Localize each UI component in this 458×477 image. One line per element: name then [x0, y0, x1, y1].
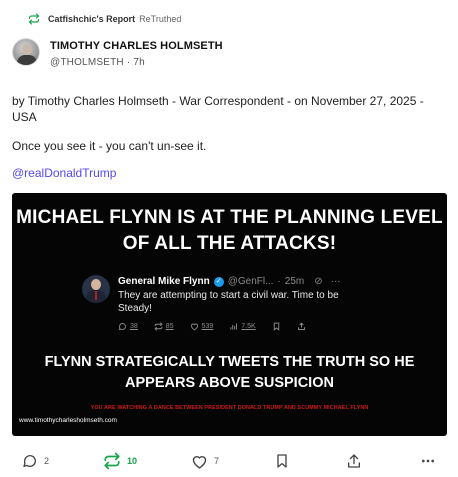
media-red-caption: YOU ARE WATCHING A DANCE BETWEEN PRESIDE…: [90, 405, 369, 411]
tweet-views: 7.5K: [229, 322, 256, 331]
media-headline: MICHAEL FLYNN IS AT THE PLANNING LEVEL O…: [16, 207, 443, 254]
tweet-actions: 38 85 539 7.5K: [118, 322, 306, 331]
tweet-like-icon: [190, 323, 198, 331]
tweet-avatar: [82, 275, 110, 303]
reply-button[interactable]: 2: [22, 449, 49, 473]
tweet-retweet-icon: [154, 322, 163, 331]
retruth-banner: Catfishchic's Report ReTruthed: [28, 11, 181, 27]
embedded-tweet: General Mike Flynn ✓ @GenFl... · 25m ⊘ ·…: [82, 273, 372, 341]
tweet-likes: 539: [190, 322, 213, 331]
reply-count: 2: [44, 456, 50, 466]
avatar[interactable]: [12, 38, 40, 66]
author-handle[interactable]: @THOLMSETH: [50, 57, 124, 68]
verified-icon: ✓: [213, 276, 224, 287]
tweet-retweets: 85: [154, 322, 174, 331]
like-count: 7: [214, 456, 220, 466]
share-button[interactable]: [346, 449, 362, 473]
media-watermark-url: www.timothycharlesholmseth.com: [19, 417, 117, 424]
post-actions-bar: 2 10 7: [0, 449, 458, 473]
tweet-text: They are attempting to start a civil war…: [118, 290, 339, 314]
retruth-count: 10: [127, 456, 138, 466]
tweet-bookmark-icon: [273, 322, 279, 331]
author-handle-row: @THOLMSETH · 7h: [50, 57, 223, 68]
share-icon: [348, 454, 360, 468]
like-button[interactable]: 7: [191, 449, 219, 473]
retruth-button[interactable]: 10: [103, 449, 137, 473]
post-media-image[interactable]: MICHAEL FLYNN IS AT THE PLANNING LEVEL O…: [12, 193, 447, 436]
author-display-name[interactable]: TIMOTHY CHARLES HOLMSETH: [50, 40, 223, 52]
tweet-header: General Mike Flynn ✓ @GenFl... · 25m ⊘ ·…: [118, 276, 341, 287]
retruth-icon: [104, 452, 120, 470]
like-icon: [192, 455, 207, 469]
media-subheadline: FLYNN STRATEGICALLY TWEETS THE TRUTH SO …: [44, 354, 415, 391]
tweet-separator: ·: [277, 276, 281, 287]
bookmark-icon: [277, 454, 287, 468]
post-time[interactable]: 7h: [133, 57, 145, 68]
post-header: TIMOTHY CHARLES HOLMSETH @THOLMSETH · 7h: [12, 38, 223, 68]
retruth-icon: [28, 13, 40, 25]
retruth-user[interactable]: Catfishchic's Report: [48, 14, 135, 24]
author-info: TIMOTHY CHARLES HOLMSETH @THOLMSETH · 7h: [50, 38, 223, 68]
tweet-time: 25m: [284, 276, 305, 287]
retruth-label: ReTruthed: [139, 14, 182, 24]
bookmark-button[interactable]: [274, 449, 290, 473]
tweet-share-icon: [297, 322, 305, 330]
grok-icon: ⊘: [314, 276, 323, 287]
tweet-replies: 38: [118, 322, 138, 331]
more-button[interactable]: [420, 449, 436, 473]
tweet-author-name: General Mike Flynn: [118, 276, 210, 287]
post-text-line1: by Timothy Charles Holmseth - War Corres…: [12, 94, 424, 124]
tweet-more-icon: ···: [330, 276, 341, 287]
tweet-reply-icon: [118, 323, 126, 331]
tweet-handle: @GenFl...: [227, 276, 274, 287]
separator: ·: [126, 57, 131, 68]
post-text-line2: Once you see it - you can't un-see it.: [12, 139, 207, 153]
tweet-views-icon: [230, 323, 238, 330]
reply-icon: [23, 455, 36, 467]
more-icon: [422, 459, 434, 463]
mention-link[interactable]: @realDonaldTrump: [12, 165, 440, 181]
